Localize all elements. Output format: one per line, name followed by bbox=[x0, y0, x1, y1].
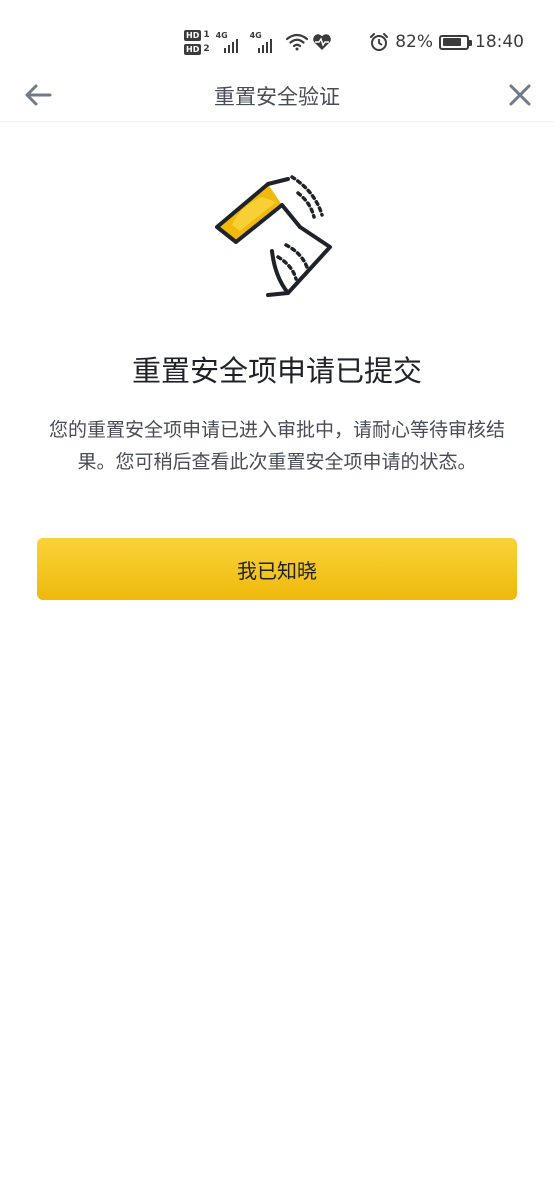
clock: 18:40 bbox=[475, 32, 524, 52]
heart-icon bbox=[312, 34, 331, 50]
hd-sim-number: 2 bbox=[203, 43, 210, 54]
battery-percent: 82% bbox=[395, 32, 433, 52]
battery-fill bbox=[442, 38, 462, 46]
close-button[interactable] bbox=[500, 78, 540, 112]
hd-indicators: HD 1 HD 2 bbox=[184, 29, 210, 55]
signal-icon-sim2: 4G bbox=[250, 31, 278, 53]
alarm-icon bbox=[370, 33, 389, 51]
headline: 重置安全项申请已提交 bbox=[131, 354, 422, 388]
description-text: 您的重置安全项申请已进入审批中，请耐心等待审核结果。您可稍后查看此次重置安全项申… bbox=[48, 419, 505, 473]
status-bar-right: 82% 18:40 bbox=[369, 28, 524, 56]
battery-icon bbox=[439, 34, 472, 50]
nav-bar: 重置安全验证 bbox=[0, 68, 554, 122]
hourglass-icon bbox=[215, 175, 332, 297]
page-title: 重置安全验证 bbox=[214, 85, 340, 109]
close-icon bbox=[509, 84, 531, 106]
hd-label: HD bbox=[184, 43, 202, 55]
signal-bars bbox=[223, 39, 239, 53]
hd-sim-number: 1 bbox=[203, 29, 210, 40]
status-icons bbox=[285, 33, 332, 51]
hd-label: HD bbox=[184, 29, 202, 41]
hd-badge-1: HD 1 bbox=[184, 29, 210, 41]
signal-bars bbox=[257, 39, 273, 53]
hd-badge-2: HD 2 bbox=[184, 43, 210, 55]
acknowledge-button[interactable]: 我已知晓 bbox=[37, 538, 517, 600]
signal-icon-sim1: 4G bbox=[216, 31, 244, 53]
status-bar-left: HD 1 HD 2 4G 4G bbox=[184, 26, 332, 58]
wifi-icon bbox=[285, 33, 308, 51]
